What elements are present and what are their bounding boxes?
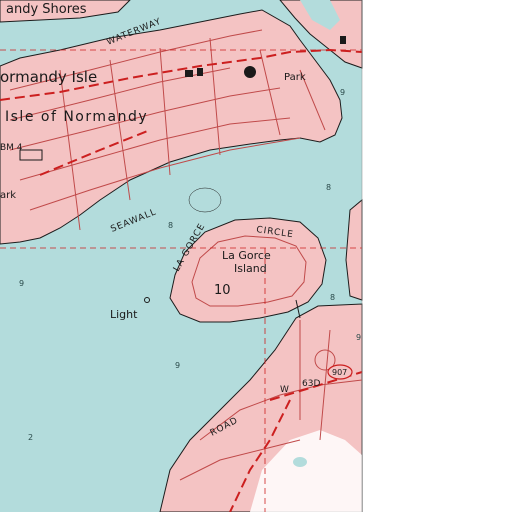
label-park-left: ark xyxy=(0,190,16,201)
label-route-w: W xyxy=(280,385,289,395)
map-canvas: andy Shores WATERWAY ormandy Isle Isle o… xyxy=(0,0,512,512)
label-route-shield: 907 xyxy=(332,368,347,377)
label-park-top: Park xyxy=(284,72,306,83)
depth-5: 9 xyxy=(175,361,180,370)
depth-1: 9 xyxy=(340,88,345,97)
depth-4: 9 xyxy=(19,279,24,288)
depth-6: 8 xyxy=(330,293,335,302)
pond-2 xyxy=(293,457,307,467)
depth-7: 2 xyxy=(28,433,33,442)
depth-2: 8 xyxy=(326,183,331,192)
topographic-map: andy Shores WATERWAY ormandy Isle Isle o… xyxy=(0,0,512,512)
label-light: Light xyxy=(110,308,138,321)
depth-3: 8 xyxy=(168,221,173,230)
park-marker xyxy=(244,66,256,78)
label-la-gorce-island: La Gorce xyxy=(222,249,271,262)
label-isle-of-normandy: Isle of Normandy xyxy=(5,109,148,125)
label-normandy-isle: ormandy Isle xyxy=(0,68,97,86)
pond-3 xyxy=(22,25,38,35)
pond-1 xyxy=(188,187,222,213)
label-section-number: 10 xyxy=(214,283,231,298)
label-route-number: 63D xyxy=(302,379,320,389)
label-bm: BM 4 xyxy=(0,143,23,153)
label-normandy-shores: andy Shores xyxy=(6,2,87,17)
label-island-word: Island xyxy=(234,262,267,275)
depth-8: 9 xyxy=(356,333,361,342)
